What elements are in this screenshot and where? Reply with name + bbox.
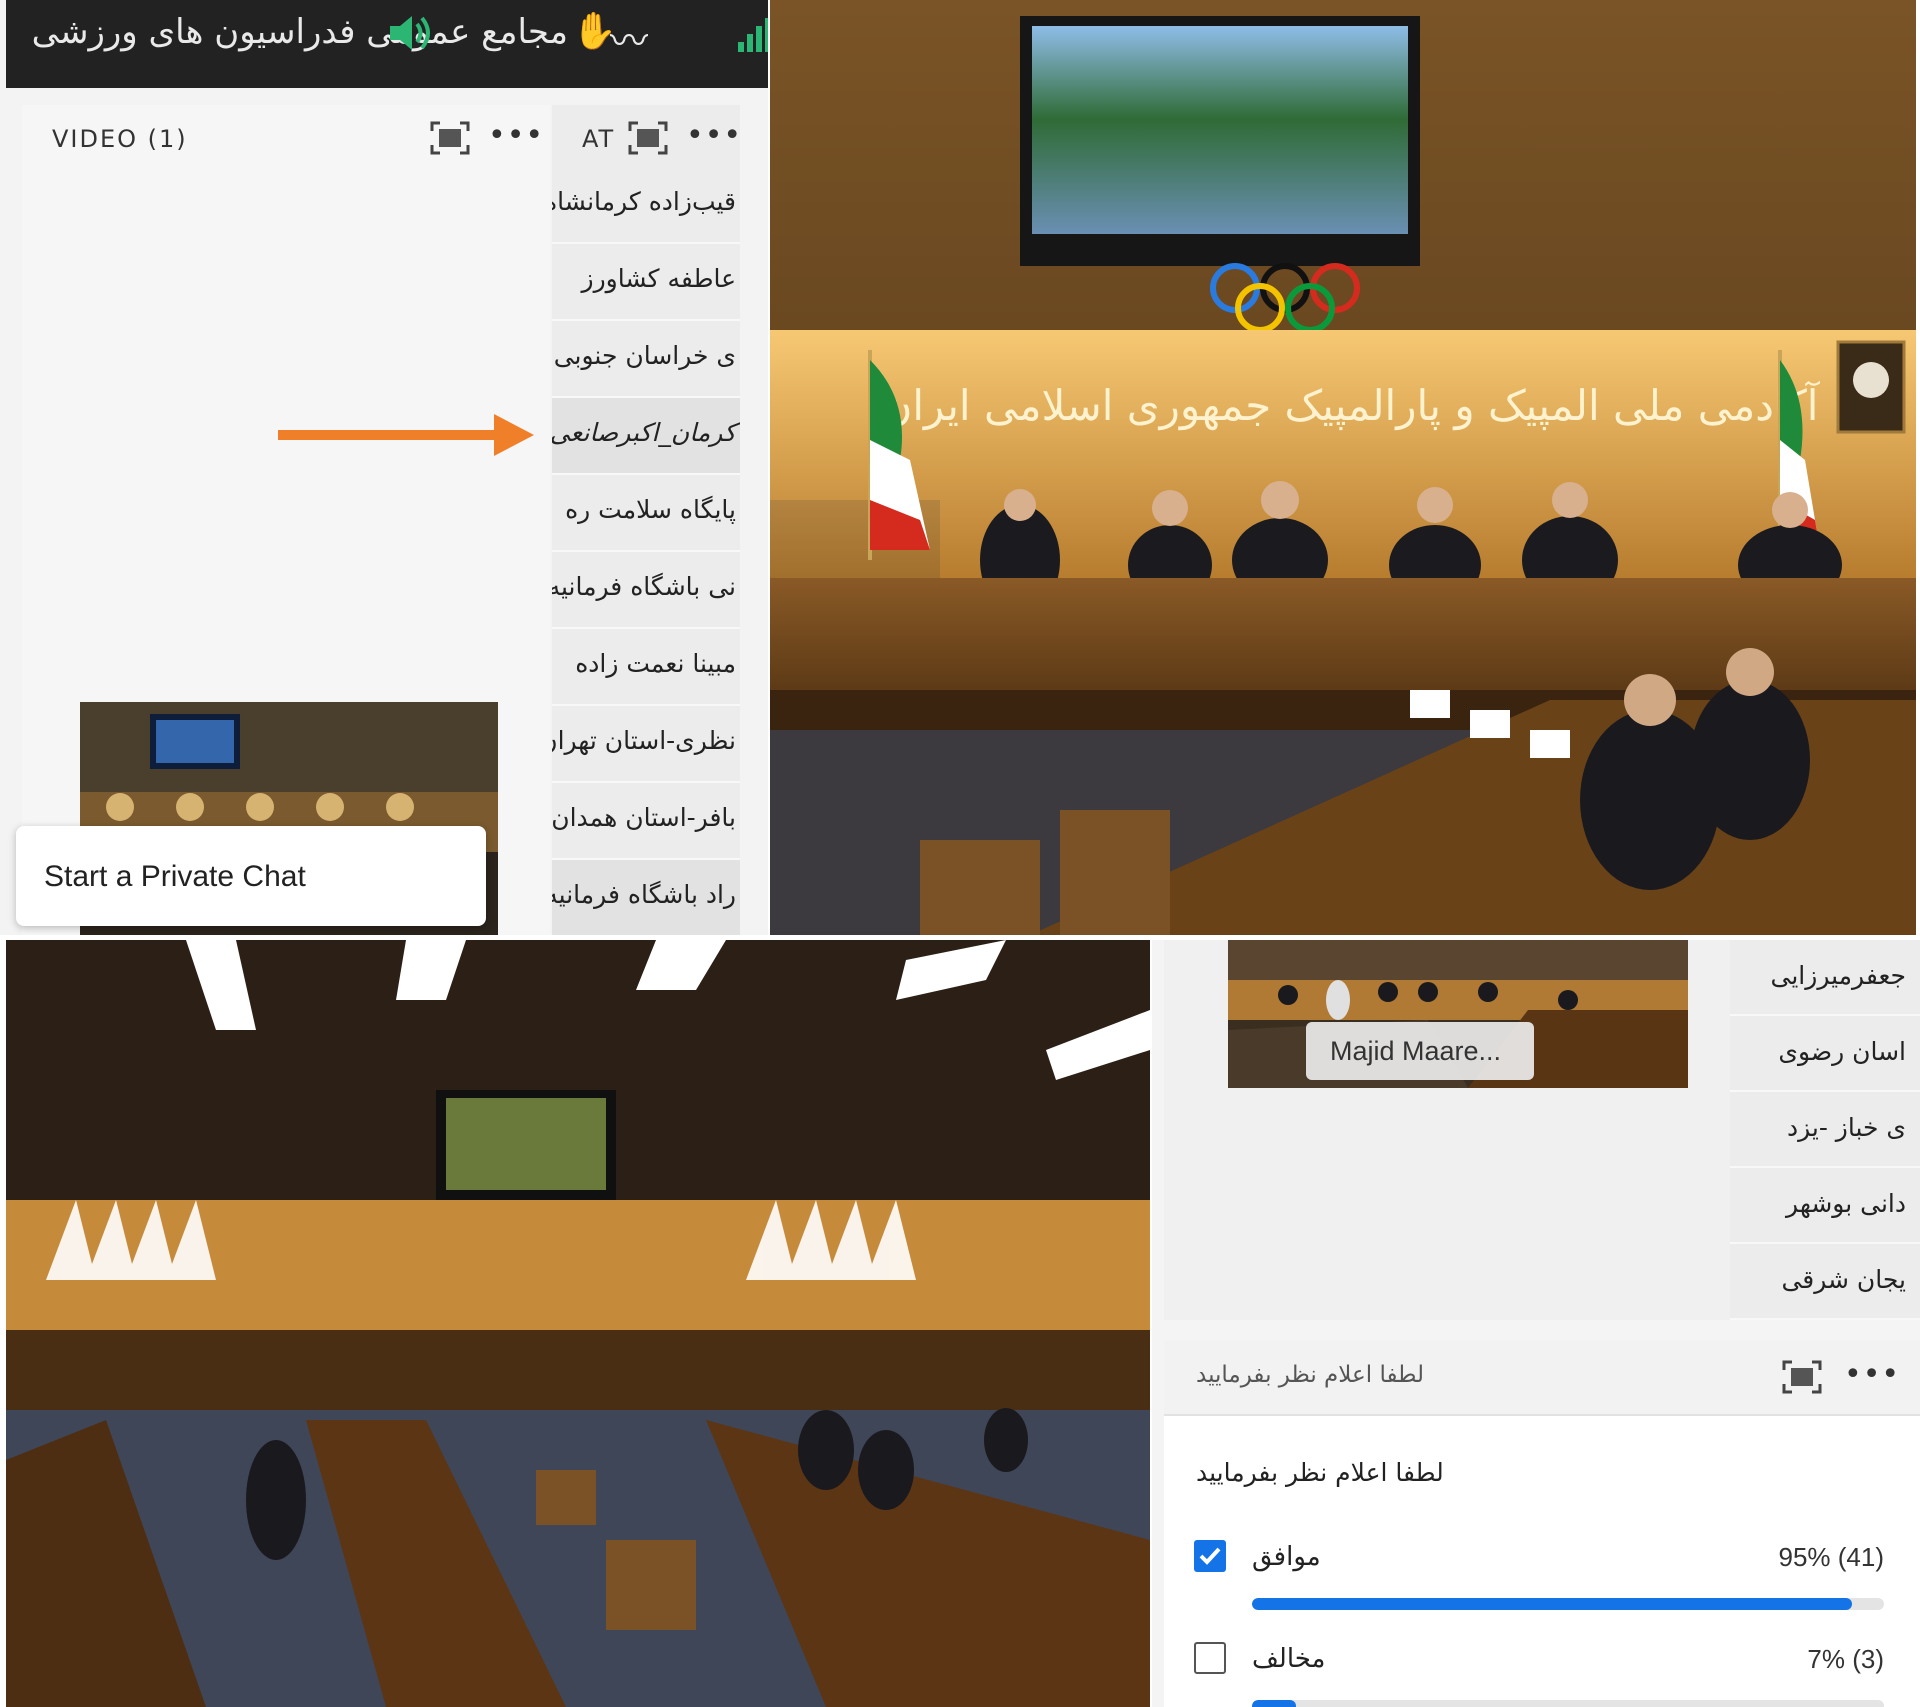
poll-pod: لطفا اعلام نظر بفرمایید ••• لطفا اعلام ن… <box>1164 1340 1920 1707</box>
attendee-item[interactable]: راد باشگاه فرمانیه <box>552 860 740 935</box>
more-options-icon[interactable]: ••• <box>686 121 742 151</box>
poll-title: لطفا اعلام نظر بفرمایید <box>1196 1362 1424 1388</box>
more-options-icon[interactable]: ••• <box>1844 1360 1900 1390</box>
signal-strength-icon <box>738 18 768 56</box>
poll-result-bar <box>1252 1598 1884 1610</box>
wall-sign-text: آکادمی ملی المپیک و پارالمپیک جمهوری اسل… <box>882 380 1821 431</box>
attendees-pod: AT ••• قیب‌زاده کرمانشاه عاطفه کشاورز ی … <box>552 105 742 935</box>
checkbox-unchecked[interactable] <box>1194 1642 1226 1674</box>
poll-option-label: مخالف <box>1252 1644 1326 1674</box>
poll-result-fill <box>1252 1700 1297 1707</box>
speaker-icon[interactable] <box>384 8 434 62</box>
poll-option: مخالف 7% (3) <box>1164 1642 1920 1707</box>
network-wave-icon: 〰 <box>610 19 649 63</box>
video-pod-title: VIDEO (1) <box>52 125 188 153</box>
attendee-list: جعفرمیرزایی اسان رضوی ی خباز -یزد دانی ب… <box>1730 940 1920 1320</box>
meeting-header-bar: مجامع عمومی فدراسیون های ورزشی ✋ 〰 <box>6 0 768 88</box>
poll-question: لطفا اعلام نظر بفرمایید <box>1196 1458 1444 1487</box>
video-name-tag: Majid Maare... <box>1306 1022 1534 1080</box>
poll-header: لطفا اعلام نظر بفرمایید ••• <box>1164 1340 1920 1416</box>
attendee-list: قیب‌زاده کرمانشاه عاطفه کشاورز ی خراسان … <box>552 167 740 935</box>
conference-room-photo-front: آکادمی ملی المپیک و پارالمپیک جمهوری اسل… <box>770 0 1916 935</box>
fullscreen-icon[interactable] <box>1782 1360 1822 1394</box>
top-app-screenshot: مجامع عمومی فدراسیون های ورزشی ✋ 〰 VIDEO… <box>0 0 768 935</box>
attendee-item[interactable]: نی باشگاه فرمانیه <box>552 552 740 629</box>
fullscreen-icon[interactable] <box>430 121 470 155</box>
bottom-app-screenshot: Majid Maare... جعفرمیرزایی اسان رضوی ی خ… <box>1152 940 1920 1707</box>
checkmark-icon <box>1199 1547 1221 1565</box>
attendee-item[interactable]: اسان رضوی <box>1730 1016 1920 1092</box>
poll-option-result: 7% (3) <box>1807 1644 1884 1674</box>
attendee-item[interactable]: دانی بوشهر <box>1730 1168 1920 1244</box>
video-pod: Majid Maare... <box>1164 940 1734 1320</box>
attendee-item[interactable]: جعفرمیرزایی <box>1730 940 1920 1016</box>
attendee-item[interactable]: ی خراسان جنوبی <box>552 321 740 398</box>
attendee-item[interactable]: نظری-استان تهران <box>552 706 740 783</box>
meeting-title: مجامع عمومی فدراسیون های ورزشی <box>31 12 568 52</box>
start-private-chat-item[interactable]: Start a Private Chat <box>44 860 306 894</box>
poll-option: موافق 95% (41) <box>1164 1540 1920 1620</box>
attendee-item-selected[interactable]: کرمان_اکبرصانعی <box>552 398 740 475</box>
attendee-item[interactable]: عاطفه کشاورز <box>552 244 740 321</box>
poll-option-result: 95% (41) <box>1778 1542 1885 1572</box>
attendee-item[interactable]: ی خباز -یزد <box>1730 1092 1920 1168</box>
attendees-pod-title: AT <box>582 125 616 153</box>
attendee-item[interactable]: بافر-استان همدان <box>552 783 740 860</box>
participant-name: Majid Maare... <box>1330 1036 1502 1066</box>
checkbox-checked[interactable] <box>1194 1540 1226 1572</box>
poll-option-label: موافق <box>1252 1542 1321 1572</box>
fullscreen-icon[interactable] <box>628 121 668 155</box>
context-menu: Start a Private Chat <box>16 826 486 926</box>
attendee-item[interactable]: مبینا نعمت زاده <box>552 629 740 706</box>
poll-result-fill <box>1252 1598 1853 1610</box>
attendee-item[interactable]: پایگاه سلامت ره <box>552 475 740 552</box>
attendee-item[interactable]: قیب‌زاده کرمانشاه <box>552 167 740 244</box>
orange-arrow-icon <box>278 414 534 456</box>
video-thumbnail[interactable]: Majid Maare... <box>1228 940 1688 1088</box>
attendee-item[interactable]: یجان شرقی <box>1730 1244 1920 1320</box>
more-options-icon[interactable]: ••• <box>488 121 544 151</box>
conference-room-photo-wide <box>6 940 1150 1707</box>
poll-result-bar <box>1252 1700 1884 1707</box>
